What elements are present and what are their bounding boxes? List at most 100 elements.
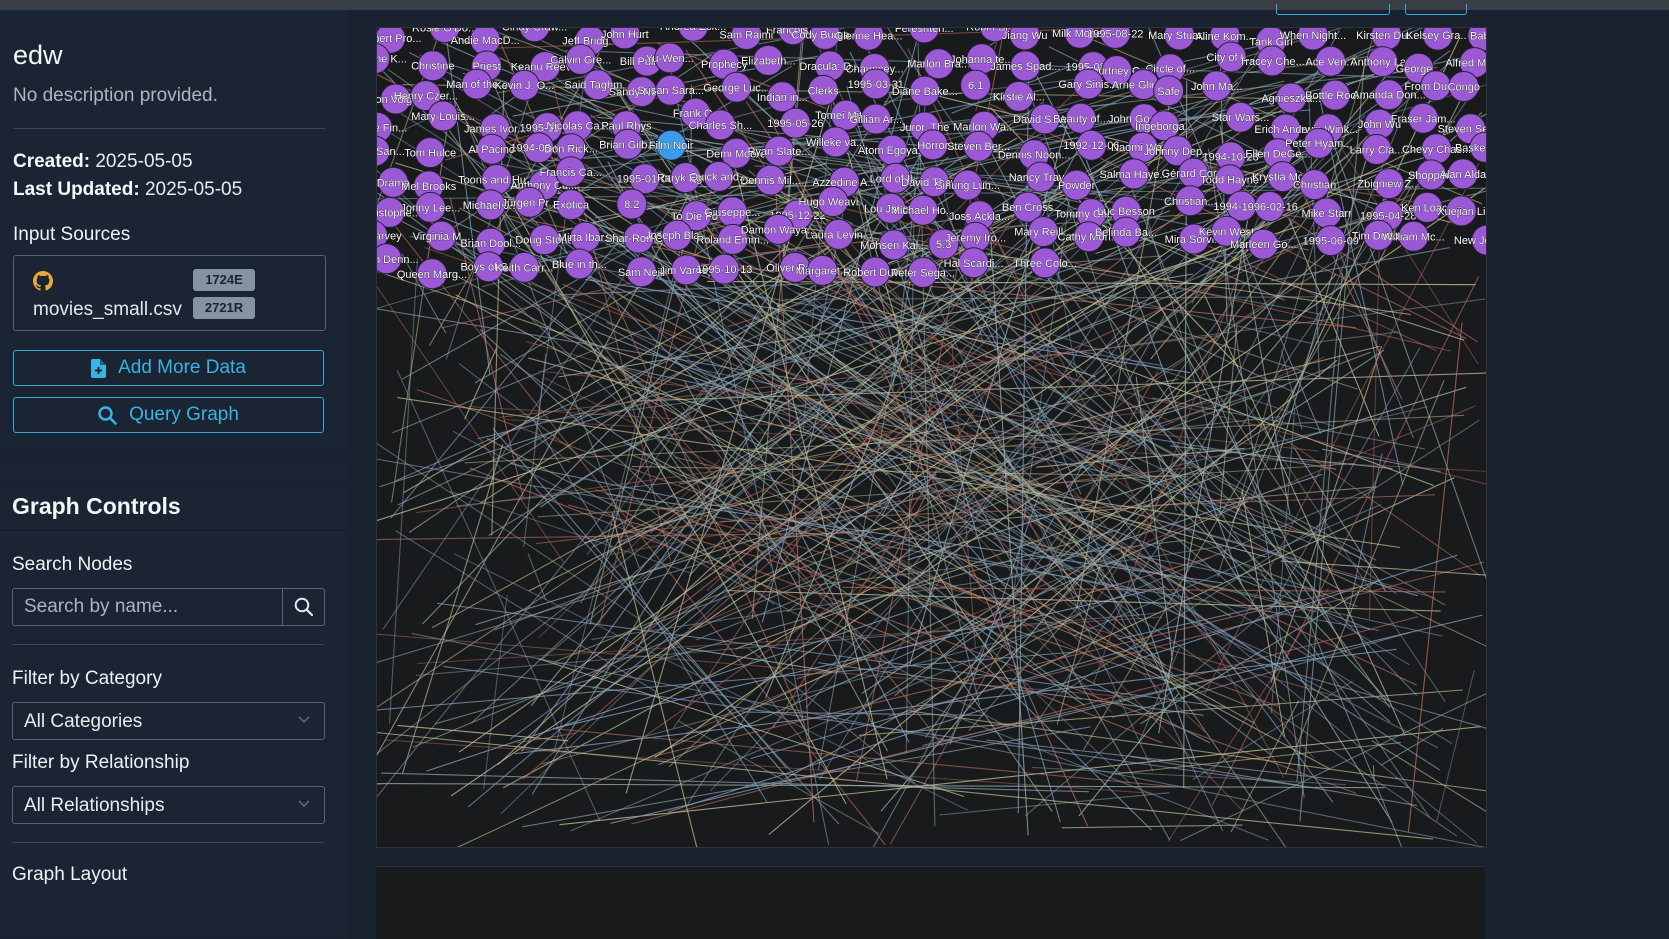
- graph-node-label: Henry Czer...: [394, 91, 458, 103]
- relationship-filter-label: Filter by Relationship: [12, 752, 190, 773]
- graph-node-label: Congo: [1448, 82, 1480, 94]
- graph-node-label: Peter Hyam...: [1285, 138, 1352, 150]
- graph-node[interactable]: Xuejian Li: [1437, 195, 1486, 227]
- graph-canvas[interactable]: Robert Pro...Rosie O'Do...Andie MacD...C…: [376, 27, 1487, 848]
- graph-edge: [986, 739, 1409, 789]
- header-button-secondary[interactable]: [1405, 4, 1467, 15]
- graph-node[interactable]: Ace Ven...: [1305, 45, 1356, 77]
- graph-edge: [1271, 247, 1450, 282]
- graph-node-label: Salma Haye...: [1100, 169, 1169, 181]
- graph-node[interactable]: 1995-10-13: [696, 253, 753, 285]
- graph-node-label: 6.1: [968, 80, 983, 92]
- graph-node-label: Clerks: [808, 85, 840, 97]
- graph-node[interactable]: Clerks: [807, 74, 840, 106]
- graph-edge: [1436, 670, 1475, 822]
- graph-node-label: Beauty of...: [1053, 113, 1109, 125]
- graph-edge: [1270, 345, 1383, 683]
- graph-node-label: Fereshteh...: [895, 28, 954, 35]
- graph-node-label: Ellen DeGe...: [1245, 149, 1310, 161]
- graph-node-label: Horror: [917, 140, 949, 152]
- graph-node-label: Johnny Dep...: [1143, 146, 1211, 158]
- graph-node-label: Michael Ho...: [891, 205, 955, 217]
- updated-date: 2025-05-05: [144, 179, 243, 200]
- graph-node[interactable]: New Jersey...: [1454, 224, 1486, 256]
- graph-node-label: Rosie O'Do...: [412, 28, 477, 35]
- graph-node-label: Jonny Lee...: [400, 202, 460, 214]
- search-nodes-label: Search Nodes: [12, 554, 133, 575]
- graph-node-label: Willeke va...: [806, 137, 865, 149]
- graph-node-label: Robert Pro...: [377, 33, 422, 45]
- graph-node-label: Mel Brooks: [401, 181, 457, 193]
- graph-node-label: Sam Neill: [618, 267, 665, 279]
- project-description: No description provided.: [13, 85, 218, 106]
- header-button[interactable]: [1276, 4, 1390, 15]
- graph-node[interactable]: 8.2: [616, 188, 648, 220]
- graph-node[interactable]: 1995-08-22: [1087, 28, 1144, 49]
- divider: [12, 644, 324, 645]
- graph-node-label: Brian Dool...: [460, 238, 521, 250]
- graph-node-label: James Ivor...: [464, 124, 526, 136]
- category-filter-value: All Categories: [24, 711, 143, 732]
- graph-node-label: 1995-08-22: [1087, 28, 1143, 40]
- graph-node-label: Azzedine A...: [812, 177, 876, 189]
- category-filter-select[interactable]: All Categories: [12, 702, 325, 740]
- search-nodes-input[interactable]: [13, 589, 284, 625]
- graph-node-label: Star Wars...: [1212, 112, 1270, 124]
- sidebar-divider: [0, 529, 347, 531]
- graph-node-label: Kevin J. O...: [494, 80, 554, 92]
- updated-info: Last Updated: 2025-05-05: [13, 179, 242, 201]
- chevron-down-icon: [298, 800, 310, 808]
- graph-node[interactable]: Andrea Eck...: [660, 28, 727, 42]
- graph-node-label: Ingeborga...: [1135, 121, 1194, 133]
- graph-node-label: Jiang Wu: [1002, 30, 1048, 42]
- graph-node-label: Xuejian Li: [1437, 206, 1485, 218]
- graph-node[interactable]: John Ma...: [1191, 70, 1243, 102]
- graph-controls-title: Graph Controls: [12, 493, 181, 519]
- graph-edge: [377, 380, 711, 798]
- graph-node[interactable]: Fereshteh...: [895, 28, 954, 44]
- graph-node[interactable]: Tom Hulce: [404, 137, 456, 169]
- graph-node-label: Elizabeth...: [741, 55, 795, 67]
- graph-node[interactable]: Safe: [1153, 75, 1185, 107]
- relationship-filter-select[interactable]: All Relationships: [12, 786, 325, 824]
- graph-node-label: Carole Fin...: [377, 122, 407, 134]
- graph-node-label: Ben Cross: [1002, 202, 1054, 214]
- graph-node-label: Glenne Hea...: [835, 30, 903, 42]
- graph-node[interactable]: Horror: [917, 129, 949, 161]
- graph-node[interactable]: 6.1: [960, 69, 992, 101]
- bottom-panel: [376, 866, 1485, 939]
- graph-node-label: Queen Marg...: [397, 269, 467, 281]
- graph-node[interactable]: Keith Carr...: [495, 251, 554, 283]
- graph-node[interactable]: Glenne Hea...: [834, 28, 903, 51]
- graph-edge: [1204, 295, 1406, 736]
- graph-edge: [1315, 331, 1399, 343]
- graph-node[interactable]: Tracey Che...: [1239, 45, 1305, 77]
- graph-edge: [686, 647, 833, 673]
- graph-node-label: Belinda Ba...: [1095, 227, 1157, 239]
- graph-node-label: Don Harvey: [377, 231, 402, 243]
- graph-node[interactable]: Sam Neill: [618, 256, 665, 288]
- project-title: edw: [13, 40, 63, 70]
- graph-node-label: Film-Noir: [649, 140, 694, 152]
- source-card[interactable]: movies_small.csv 1724E 2721R: [13, 255, 326, 331]
- graph-node-label: Francis Ca...: [540, 167, 602, 179]
- search-nodes-button[interactable]: [282, 589, 325, 625]
- graph-node[interactable]: Congo: [1447, 71, 1480, 102]
- graph-node-label: John Hurt: [601, 29, 649, 41]
- divider: [12, 842, 324, 843]
- graph-node-label: Powder: [1058, 180, 1096, 192]
- graph-node[interactable]: Elizabeth...: [741, 44, 796, 76]
- graph-node-label: Sihung Lun...: [935, 180, 1000, 192]
- graph-node[interactable]: Kelsey Gra...: [1406, 28, 1470, 51]
- graph-node[interactable]: Jiang Wu: [1002, 28, 1048, 51]
- graph-edge: [829, 534, 1132, 731]
- graph-visualization[interactable]: Robert Pro...Rosie O'Do...Andie MacD...C…: [377, 28, 1486, 847]
- graph-node-label: William Mc...: [1382, 231, 1444, 243]
- graph-node-label: Dennis Noon...: [998, 150, 1071, 162]
- graph-node[interactable]: Christine: [411, 50, 455, 82]
- add-data-button[interactable]: Add More Data: [13, 350, 324, 386]
- graph-node-label: Larry Cla...: [1350, 145, 1404, 157]
- graph-node-label: Three Colo...: [1013, 258, 1077, 270]
- query-graph-button[interactable]: Query Graph: [13, 397, 324, 433]
- graph-node-label: Alfred Mol...: [1445, 58, 1486, 70]
